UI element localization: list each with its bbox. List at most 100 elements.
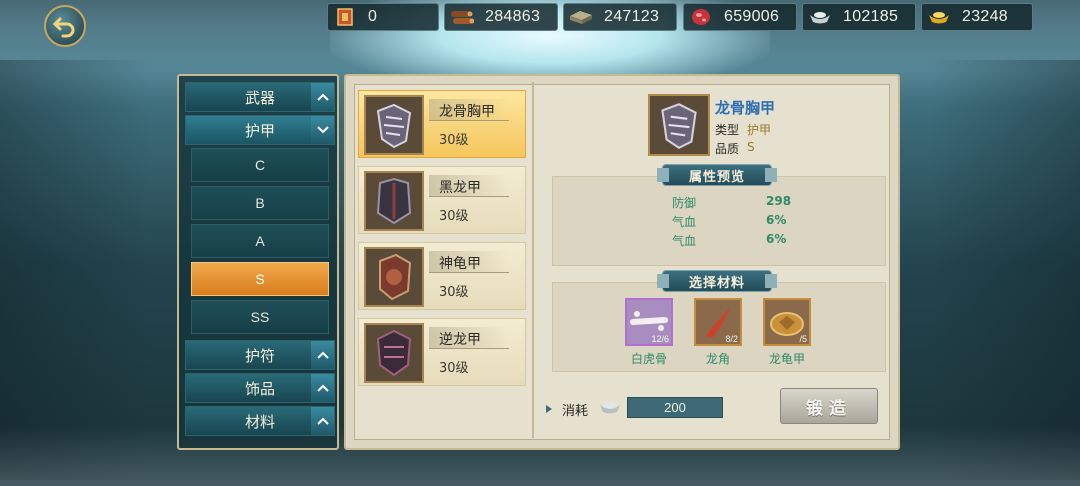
attribute-box — [552, 176, 886, 266]
currency-value: 0 — [368, 8, 378, 25]
material-count: 12/6 — [651, 334, 669, 344]
category-label: 武器 — [244, 88, 275, 107]
item-level: 30级 — [439, 133, 469, 148]
armor-icon — [364, 171, 424, 231]
currency-stone: 247123 — [563, 3, 677, 31]
material-name: 龙龟甲 — [768, 352, 805, 366]
material-slot-dragon-horn[interactable]: 8/2 — [694, 298, 742, 346]
detail-quality-value: S — [747, 140, 755, 154]
attribute-banner: 属性预览 — [657, 164, 777, 186]
cost-value: 200 — [627, 397, 723, 418]
material-count: 8/2 — [725, 334, 738, 344]
grade-a[interactable]: A — [191, 224, 329, 258]
armor-icon — [364, 323, 424, 383]
currency-value: 247123 — [604, 8, 660, 25]
currency-wood: 284863 — [444, 3, 558, 31]
category-label: 护符 — [244, 346, 275, 365]
stone-icon — [568, 6, 594, 28]
chevron-up-icon — [311, 374, 334, 402]
meat-icon — [688, 6, 714, 28]
item-name: 神龟甲 — [439, 256, 481, 272]
currency-value: 284863 — [485, 8, 541, 25]
banner-cap — [657, 168, 669, 182]
gold-ingot-icon — [926, 6, 952, 28]
currency-meat: 659006 — [683, 3, 797, 31]
attribute-name: 气血 — [672, 215, 697, 229]
material-slot-turtle-shell[interactable]: /5 — [763, 298, 811, 346]
background-pillar — [0, 60, 150, 480]
forge-button-label: 锻造 — [806, 398, 852, 419]
forge-panel: 龙骨胸甲 30级 黑龙甲 30级 神龟甲 30级 逆龙甲 30级 龙骨胸甲 类型… — [344, 74, 900, 450]
detail-title: 龙骨胸甲 — [715, 99, 776, 117]
silver-ingot-icon — [807, 6, 833, 28]
currency-gold: 23248 — [921, 3, 1033, 31]
attribute-header: 属性预览 — [688, 169, 745, 185]
chevron-down-icon — [311, 116, 334, 144]
forge-button[interactable]: 锻造 — [780, 388, 878, 424]
grade-label: A — [255, 233, 265, 249]
attribute-name: 气血 — [672, 234, 697, 248]
item-name: 龙骨胸甲 — [439, 104, 495, 120]
category-ornament[interactable]: 饰品 — [185, 373, 335, 403]
grade-ss[interactable]: SS — [191, 300, 329, 334]
material-count: /5 — [799, 334, 807, 344]
panel-divider — [532, 82, 534, 438]
currency-silver: 102185 — [802, 3, 916, 31]
category-armor[interactable]: 护甲 — [185, 115, 335, 145]
material-slot-tiger-bone[interactable]: 12/6 — [625, 298, 673, 346]
chevron-up-icon — [311, 83, 334, 111]
chevron-up-icon — [311, 407, 334, 435]
item-level: 30级 — [439, 209, 469, 224]
attribute-value: 298 — [766, 194, 792, 208]
banner-cap — [765, 274, 777, 288]
grade-c[interactable]: C — [191, 148, 329, 182]
armor-icon — [364, 247, 424, 307]
grade-s[interactable]: S — [191, 262, 329, 296]
background-pillar — [930, 60, 1080, 480]
item-level: 30级 — [439, 285, 469, 300]
grade-label: C — [254, 157, 266, 173]
detail-type-value: 护甲 — [747, 123, 772, 137]
category-panel: 武器 护甲 C B A S SS 护符 饰品 材料 — [177, 74, 339, 450]
material-banner: 选择材料 — [657, 270, 777, 292]
detail-type-label: 类型 — [715, 123, 740, 137]
attribute-value: 6% — [766, 213, 787, 227]
token-icon — [332, 6, 358, 28]
item-card[interactable]: 龙骨胸甲 30级 — [358, 90, 526, 158]
back-button[interactable] — [44, 5, 86, 47]
grade-label: S — [255, 271, 265, 287]
chevron-up-icon — [311, 341, 334, 369]
currency-value: 102185 — [843, 8, 899, 25]
currency-value: 659006 — [724, 8, 780, 25]
item-card[interactable]: 黑龙甲 30级 — [358, 166, 526, 234]
attribute-name: 防御 — [672, 196, 697, 210]
category-amulet[interactable]: 护符 — [185, 340, 335, 370]
category-label: 材料 — [244, 412, 275, 431]
category-label: 饰品 — [244, 379, 275, 398]
grade-label: B — [255, 195, 265, 211]
category-weapon[interactable]: 武器 — [185, 82, 335, 112]
currency-token: 0 — [327, 3, 439, 31]
grade-b[interactable]: B — [191, 186, 329, 220]
banner-cap — [765, 168, 777, 182]
cost-label: 消耗 — [562, 404, 589, 419]
grade-label: SS — [250, 309, 270, 325]
back-arrow-icon — [52, 17, 75, 38]
armor-icon — [648, 94, 710, 156]
banner-cap — [657, 274, 669, 288]
item-name: 黑龙甲 — [439, 180, 481, 196]
item-name: 逆龙甲 — [439, 332, 481, 348]
detail-quality-label: 品质 — [715, 142, 740, 156]
category-material[interactable]: 材料 — [185, 406, 335, 436]
item-card[interactable]: 逆龙甲 30级 — [358, 318, 526, 386]
wood-icon — [449, 6, 475, 28]
material-header: 选择材料 — [688, 275, 745, 291]
silver-ingot-icon — [598, 398, 622, 420]
item-card[interactable]: 神龟甲 30级 — [358, 242, 526, 310]
item-level: 30级 — [439, 361, 469, 376]
triangle-right-icon — [546, 405, 552, 413]
armor-icon — [364, 95, 424, 155]
attribute-value: 6% — [766, 232, 787, 246]
category-label: 护甲 — [244, 121, 275, 140]
currency-value: 23248 — [962, 8, 1008, 25]
